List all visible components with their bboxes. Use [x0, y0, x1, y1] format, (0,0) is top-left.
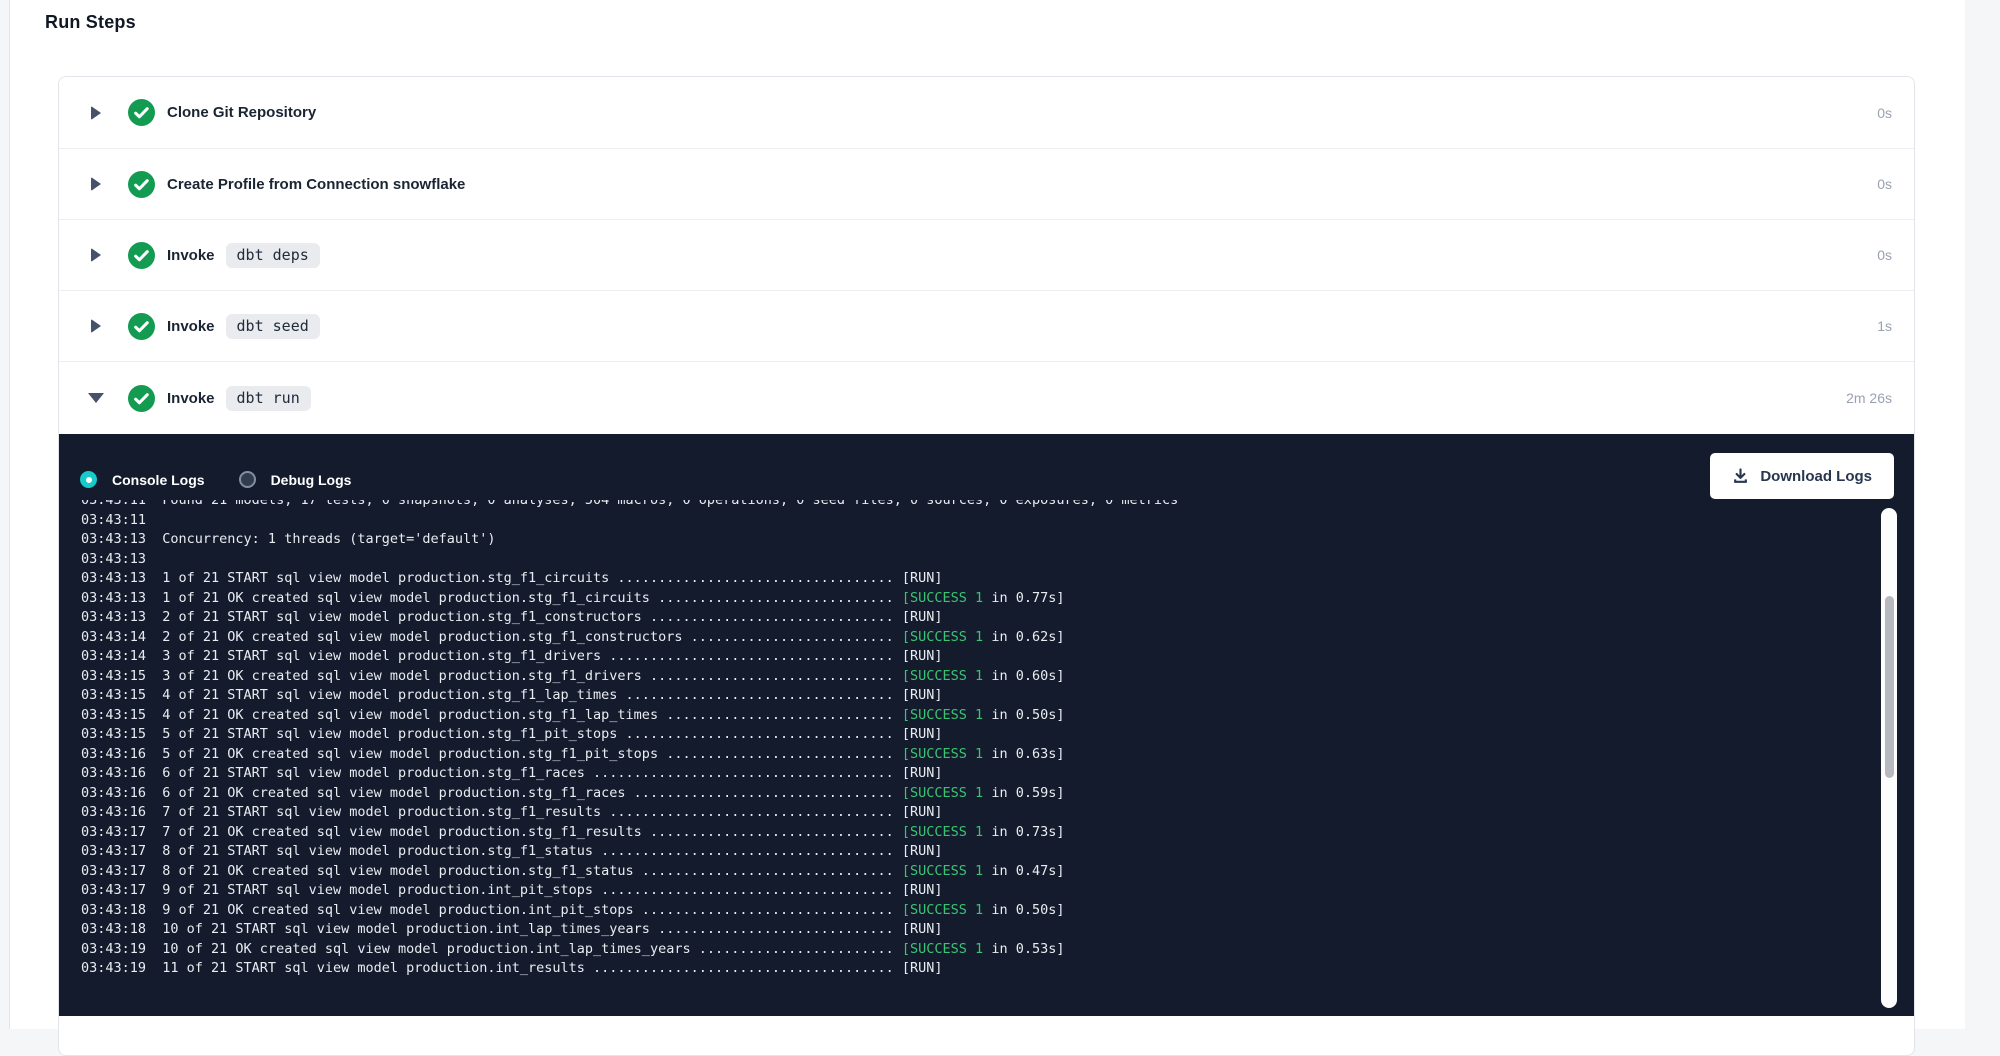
log-success-text: [SUCCESS 1 — [902, 785, 983, 801]
step-command-badge: dbt seed — [226, 314, 320, 339]
run-steps-card: Clone Git Repository 0s Create Profile f… — [58, 76, 1915, 1056]
main-content: Run Steps Clone Git Repository 0s Create… — [9, 0, 1965, 1029]
log-line: 03:43:17 7 of 21 OK created sql view mod… — [81, 823, 1914, 843]
step-duration: 0s — [1877, 247, 1892, 263]
log-success-text: [SUCCESS 1 — [902, 941, 983, 957]
log-line: 03:43:15 5 of 21 START sql view model pr… — [81, 725, 1914, 745]
log-line: 03:43:15 4 of 21 START sql view model pr… — [81, 686, 1914, 706]
step-label: Invoke — [167, 318, 215, 335]
step-label: Create Profile from Connection snowflake — [167, 176, 465, 193]
log-panel: Console Logs Debug Logs — [59, 434, 1914, 1016]
log-line: 03:43:18 10 of 21 START sql view model p… — [81, 920, 1914, 940]
step-label: Clone Git Repository — [167, 104, 316, 121]
step-command-badge: dbt run — [226, 386, 311, 411]
log-panel-header: Console Logs Debug Logs — [59, 434, 1914, 500]
step-duration: 0s — [1877, 176, 1892, 192]
step-row[interactable]: Invoke dbt run 2m 26s — [59, 361, 1914, 434]
log-line: 03:43:15 3 of 21 OK created sql view mod… — [81, 667, 1914, 687]
radio-unselected-icon[interactable] — [239, 471, 256, 488]
step-label: Invoke — [167, 247, 215, 264]
log-line: 03:43:16 6 of 21 OK created sql view mod… — [81, 784, 1914, 804]
download-logs-button[interactable]: Download Logs — [1710, 453, 1894, 499]
log-line: 03:43:11 Found 21 models, 17 tests, 0 sn… — [81, 500, 1914, 511]
console-log-output: 03:43:11 Found 21 models, 17 tests, 0 sn… — [59, 500, 1914, 1016]
log-tabs: Console Logs Debug Logs — [80, 471, 351, 488]
step-label: Invoke — [167, 390, 215, 407]
log-line: 03:43:16 7 of 21 START sql view model pr… — [81, 803, 1914, 823]
log-lines: 03:43:11 Found 21 models, 17 tests, 0 sn… — [59, 500, 1914, 979]
console-logs-radio[interactable]: Console Logs — [80, 471, 205, 488]
success-check-icon — [128, 242, 155, 269]
log-line: 03:43:13 1 of 21 OK created sql view mod… — [81, 589, 1914, 609]
success-check-icon — [128, 385, 155, 412]
step-list: Clone Git Repository 0s Create Profile f… — [59, 77, 1914, 434]
log-line: 03:43:13 Concurrency: 1 threads (target=… — [81, 530, 1914, 550]
page-title: Run Steps — [45, 12, 136, 33]
step-duration: 1s — [1877, 318, 1892, 334]
log-success-text: [SUCCESS 1 — [902, 668, 983, 684]
chevron-right-icon[interactable] — [89, 177, 102, 191]
log-success-text: [SUCCESS 1 — [902, 590, 983, 606]
log-line: 03:43:14 2 of 21 OK created sql view mod… — [81, 628, 1914, 648]
log-line: 03:43:17 8 of 21 START sql view model pr… — [81, 842, 1914, 862]
log-line: 03:43:16 5 of 21 OK created sql view mod… — [81, 745, 1914, 765]
chevron-right-icon[interactable] — [89, 248, 102, 262]
step-row[interactable]: Clone Git Repository 0s — [59, 77, 1914, 148]
step-duration: 0s — [1877, 105, 1892, 121]
chevron-down-icon[interactable] — [89, 393, 102, 403]
log-line: 03:43:19 10 of 21 OK created sql view mo… — [81, 940, 1914, 960]
log-line: 03:43:17 8 of 21 OK created sql view mod… — [81, 862, 1914, 882]
download-logs-label: Download Logs — [1760, 468, 1872, 485]
debug-logs-label[interactable]: Debug Logs — [271, 472, 352, 488]
debug-logs-radio[interactable]: Debug Logs — [239, 471, 352, 488]
log-line: 03:43:17 9 of 21 START sql view model pr… — [81, 881, 1914, 901]
log-line: 03:43:13 2 of 21 START sql view model pr… — [81, 608, 1914, 628]
chevron-right-icon[interactable] — [89, 106, 102, 120]
log-success-text: [SUCCESS 1 — [902, 902, 983, 918]
log-scrollbar-track[interactable] — [1881, 508, 1897, 1008]
chevron-right-icon[interactable] — [89, 319, 102, 333]
step-row[interactable]: Invoke dbt seed 1s — [59, 290, 1914, 361]
log-success-text: [SUCCESS 1 — [902, 629, 983, 645]
step-duration: 2m 26s — [1846, 390, 1892, 406]
log-success-text: [SUCCESS 1 — [902, 824, 983, 840]
log-line: 03:43:15 4 of 21 OK created sql view mod… — [81, 706, 1914, 726]
success-check-icon — [128, 313, 155, 340]
log-line: 03:43:18 9 of 21 OK created sql view mod… — [81, 901, 1914, 921]
success-check-icon — [128, 171, 155, 198]
console-logs-label[interactable]: Console Logs — [112, 472, 205, 488]
log-success-text: [SUCCESS 1 — [902, 746, 983, 762]
success-check-icon — [128, 99, 155, 126]
log-line: 03:43:16 6 of 21 START sql view model pr… — [81, 764, 1914, 784]
log-success-text: [SUCCESS 1 — [902, 707, 983, 723]
step-row[interactable]: Invoke dbt deps 0s — [59, 219, 1914, 290]
log-line: 03:43:14 3 of 21 START sql view model pr… — [81, 647, 1914, 667]
log-line: 03:43:19 11 of 21 START sql view model p… — [81, 959, 1914, 979]
step-row[interactable]: Create Profile from Connection snowflake… — [59, 148, 1914, 219]
log-line: 03:43:11 — [81, 511, 1914, 531]
download-icon — [1732, 468, 1749, 485]
log-scrollbar-thumb[interactable] — [1885, 596, 1894, 778]
log-line: 03:43:13 1 of 21 START sql view model pr… — [81, 569, 1914, 589]
step-command-badge: dbt deps — [226, 243, 320, 268]
log-line: 03:43:13 — [81, 550, 1914, 570]
radio-selected-icon[interactable] — [80, 471, 97, 488]
log-success-text: [SUCCESS 1 — [902, 863, 983, 879]
